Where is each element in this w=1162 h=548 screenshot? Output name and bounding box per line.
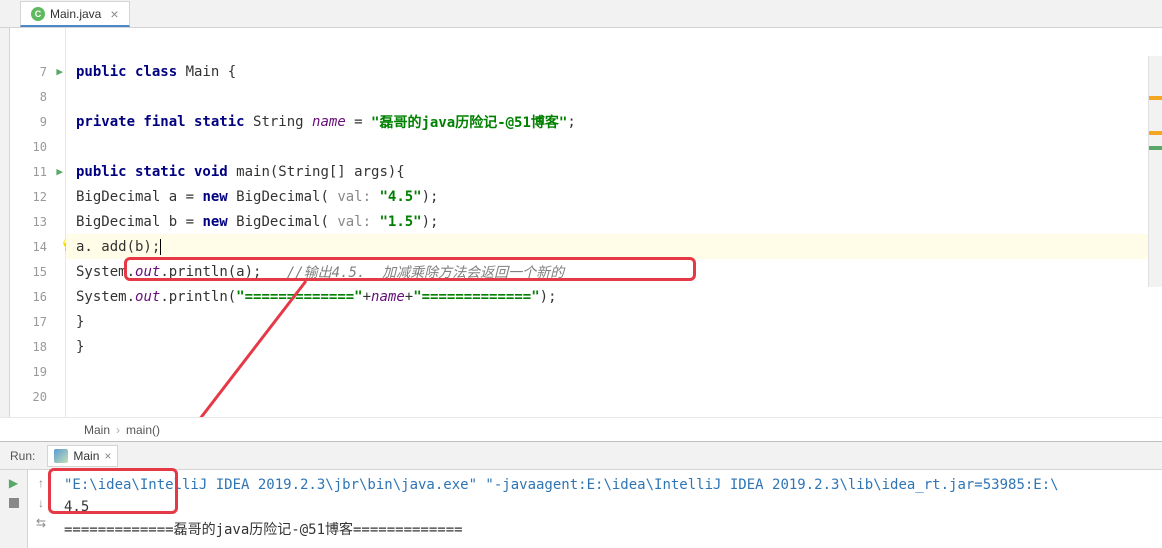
- line-number[interactable]: 17: [10, 309, 65, 334]
- console-line-output: =============磊哥的java历险记-@51博客===========…: [64, 518, 1152, 540]
- run-label: Run:: [10, 449, 35, 463]
- app-icon: [54, 449, 68, 463]
- editor-tabs: C Main.java ×: [0, 0, 1162, 28]
- close-icon[interactable]: ×: [110, 6, 118, 22]
- filter-icon[interactable]: ⇆: [36, 516, 46, 530]
- close-icon[interactable]: ×: [104, 449, 111, 463]
- chevron-right-icon: ›: [116, 423, 120, 437]
- up-arrow-icon[interactable]: ↑: [38, 476, 44, 490]
- file-tab-main[interactable]: C Main.java ×: [20, 1, 130, 27]
- tab-filename: Main.java: [50, 7, 101, 21]
- left-gutter-edge: [0, 28, 10, 417]
- line-number[interactable]: 9: [10, 109, 65, 134]
- java-class-icon: C: [31, 7, 45, 21]
- line-number[interactable]: 10: [10, 134, 65, 159]
- stop-icon[interactable]: [9, 498, 19, 508]
- run-tool-window: Run: Main × ▶ ↑ ↓ ⇆ "E:\idea\IntelliJ ID…: [0, 441, 1162, 548]
- line-number[interactable]: 15: [10, 259, 65, 284]
- line-number[interactable]: 13: [10, 209, 65, 234]
- run-config-tab[interactable]: Main ×: [47, 445, 118, 467]
- line-number[interactable]: 11▶: [10, 159, 65, 184]
- line-number[interactable]: 19: [10, 359, 65, 384]
- console-line-cmd: "E:\idea\IntelliJ IDEA 2019.2.3\jbr\bin\…: [64, 474, 1152, 496]
- editor-scrollbar[interactable]: [1148, 56, 1162, 287]
- code-editor[interactable]: public class Main { private final static…: [66, 28, 1162, 417]
- breadcrumb: Main › main(): [0, 417, 1162, 441]
- console-nav: ↑ ↓ ⇆: [28, 470, 54, 548]
- line-number[interactable]: 20: [10, 384, 65, 409]
- line-number[interactable]: 8: [10, 84, 65, 109]
- run-toolbar: ▶: [0, 470, 28, 548]
- line-gutter: 7▶ 8 9 10 11▶ 12 13 14💡 15 16 17 18 19 2…: [10, 28, 66, 417]
- console-line-output: 4.5: [64, 496, 1152, 518]
- line-number[interactable]: 14💡: [10, 234, 65, 259]
- rerun-icon[interactable]: ▶: [9, 476, 18, 490]
- run-tab-name: Main: [73, 449, 99, 463]
- run-gutter-icon[interactable]: ▶: [56, 65, 63, 78]
- editor: 7▶ 8 9 10 11▶ 12 13 14💡 15 16 17 18 19 2…: [0, 28, 1162, 417]
- line-number[interactable]: 18: [10, 334, 65, 359]
- run-gutter-icon[interactable]: ▶: [56, 165, 63, 178]
- line-number[interactable]: 12: [10, 184, 65, 209]
- text-cursor: [160, 239, 161, 255]
- down-arrow-icon[interactable]: ↓: [38, 496, 44, 510]
- line-number[interactable]: 7▶: [10, 59, 65, 84]
- console-output[interactable]: "E:\idea\IntelliJ IDEA 2019.2.3\jbr\bin\…: [54, 470, 1162, 548]
- breadcrumb-class[interactable]: Main: [84, 423, 110, 437]
- breadcrumb-method[interactable]: main(): [126, 423, 160, 437]
- line-number[interactable]: 16: [10, 284, 65, 309]
